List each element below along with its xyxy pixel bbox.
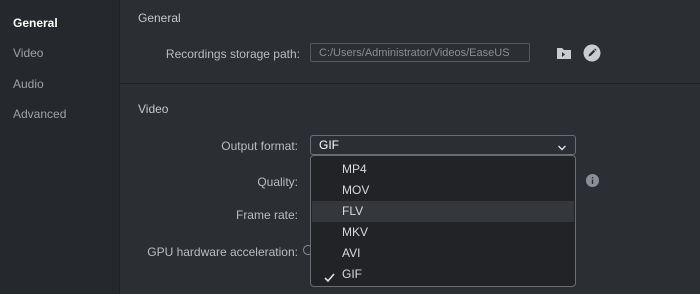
sidebar-item-video[interactable]: Video bbox=[13, 46, 43, 60]
section-divider bbox=[120, 83, 700, 84]
settings-content: General Recordings storage path: C:/User… bbox=[120, 0, 700, 294]
sidebar-item-advanced[interactable]: Advanced bbox=[13, 107, 66, 121]
output-format-select[interactable]: GIF bbox=[310, 135, 576, 155]
gpu-acceleration-label: GPU hardware acceleration: bbox=[147, 245, 298, 259]
format-option-label: GIF bbox=[342, 267, 362, 281]
section-title-general: General bbox=[138, 11, 181, 25]
format-option-gif[interactable]: GIF bbox=[312, 264, 574, 285]
quality-label: Quality: bbox=[257, 175, 298, 189]
format-option-mov[interactable]: MOV bbox=[312, 180, 574, 201]
checkmark-icon bbox=[324, 269, 335, 290]
sidebar-item-audio[interactable]: Audio bbox=[13, 77, 44, 91]
sidebar-item-general[interactable]: General bbox=[13, 16, 58, 30]
storage-path-label: Recordings storage path: bbox=[165, 47, 300, 61]
frame-rate-label: Frame rate: bbox=[235, 208, 298, 222]
format-option-avi[interactable]: AVI bbox=[312, 243, 574, 264]
output-format-label: Output format: bbox=[221, 139, 298, 153]
output-format-dropdown: MP4 MOV FLV MKV AVI GIF bbox=[310, 155, 576, 287]
folder-open-icon[interactable] bbox=[555, 44, 573, 62]
format-option-mp4[interactable]: MP4 bbox=[312, 159, 574, 180]
storage-path-field[interactable]: C:/Users/Administrator/Videos/EaseUS bbox=[310, 43, 530, 62]
info-icon[interactable] bbox=[586, 174, 599, 187]
output-format-value: GIF bbox=[319, 138, 339, 152]
settings-sidebar: General Video Audio Advanced bbox=[0, 0, 120, 294]
format-option-flv[interactable]: FLV bbox=[312, 201, 574, 222]
format-option-mkv[interactable]: MKV bbox=[312, 222, 574, 243]
edit-pencil-icon[interactable] bbox=[583, 44, 601, 62]
section-title-video: Video bbox=[138, 102, 169, 116]
